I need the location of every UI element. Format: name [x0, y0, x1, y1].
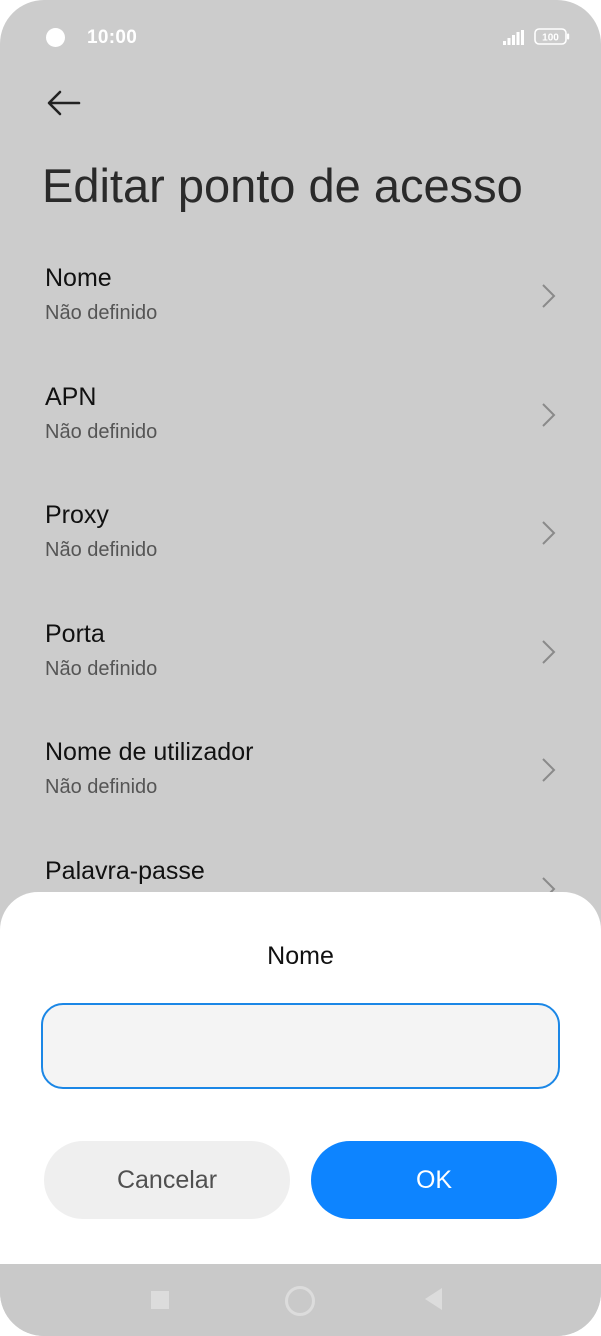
setting-label: Palavra-passe: [45, 856, 205, 885]
home-circle-icon[interactable]: [285, 1286, 315, 1316]
chevron-right-icon: [542, 758, 556, 783]
name-dialog: Nome Cancelar OK: [0, 892, 601, 1264]
setting-row-nome-de-utilizador[interactable]: Nome de utilizador Não definido: [0, 724, 601, 843]
phone-screen: 10:00 100 Editar ponto de acesso Nome Nã…: [0, 0, 601, 1336]
notification-dot-icon: [46, 28, 65, 47]
chevron-right-icon: [542, 521, 556, 545]
recents-square-icon[interactable]: [151, 1291, 169, 1309]
settings-list: Nome Não definido APN Não definido Proxy…: [0, 250, 601, 962]
setting-row-proxy[interactable]: Proxy Não definido: [0, 487, 601, 606]
cancel-button[interactable]: Cancelar: [44, 1141, 290, 1219]
chevron-right-icon: [542, 640, 556, 664]
setting-value: Não definido: [45, 302, 158, 324]
back-triangle-icon[interactable]: [425, 1288, 442, 1310]
setting-row-porta[interactable]: Porta Não definido: [0, 606, 601, 725]
setting-label: Proxy: [45, 501, 109, 530]
setting-value: Não definido: [45, 776, 158, 799]
navigation-bar: [0, 1264, 601, 1336]
setting-label: APN: [45, 382, 97, 411]
setting-value: Não definido: [45, 420, 158, 443]
chevron-right-icon: [542, 402, 556, 427]
setting-value: Não definido: [45, 539, 158, 562]
setting-label: Nome de utilizador: [45, 738, 254, 767]
battery-level: 100: [542, 33, 559, 44]
arrow-left-icon: [47, 90, 81, 116]
back-button[interactable]: [36, 80, 92, 126]
battery-icon: 100: [534, 28, 570, 45]
setting-row-nome[interactable]: Nome Não definido: [0, 250, 601, 369]
signal-icon: [503, 30, 524, 45]
chevron-right-icon: [542, 284, 556, 308]
dialog-title: Nome: [267, 942, 334, 970]
name-input[interactable]: [41, 1003, 560, 1089]
ok-button[interactable]: OK: [311, 1141, 557, 1219]
setting-label: Nome: [45, 264, 112, 292]
setting-value: Não definido: [45, 657, 158, 680]
page-title: Editar ponto de acesso: [42, 159, 523, 212]
setting-label: Porta: [45, 619, 105, 648]
setting-row-apn[interactable]: APN Não definido: [0, 369, 601, 488]
status-time: 10:00: [87, 27, 138, 48]
